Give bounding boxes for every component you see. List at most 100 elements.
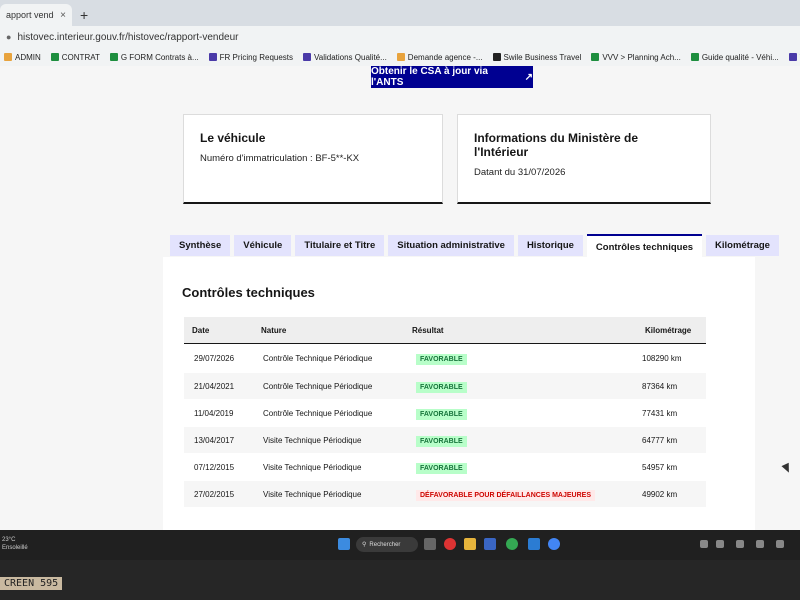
row-mileage: 64777 km	[642, 436, 678, 445]
bookmark-icon	[303, 53, 312, 61]
monitor-label: CREEN 595	[0, 577, 63, 590]
tray-chevron-icon[interactable]	[700, 540, 708, 548]
calculator-icon[interactable]	[528, 538, 540, 550]
new-tab-button[interactable]: +	[80, 7, 88, 23]
row-date: 27/02/2015	[194, 490, 235, 499]
chrome-icon[interactable]	[506, 538, 518, 550]
url-text[interactable]: histovec.interieur.gouv.fr/histovec/rapp…	[17, 32, 238, 43]
row-mileage: 54957 km	[642, 463, 678, 472]
bookmark-label: G FORM Contrats à...	[120, 52, 199, 62]
bookmark-item[interactable]: G FORM Contrats à...	[109, 52, 199, 62]
tray-icon[interactable]	[716, 540, 724, 548]
row-result: FAVORABLE	[416, 463, 467, 474]
bookmark-icon	[4, 53, 12, 61]
bookmark-item[interactable]: CONTRAT	[50, 52, 100, 62]
tray-icon[interactable]	[776, 540, 784, 548]
row-result: FAVORABLE	[416, 354, 467, 365]
address-bar[interactable]: ● histovec.interieur.gouv.fr/histovec/ra…	[0, 26, 800, 48]
app-icon[interactable]	[484, 538, 496, 550]
bookmark-item[interactable]: Guide qualité - Véhi...	[690, 52, 779, 62]
search-label: Rechercher	[369, 541, 401, 548]
header-date: Date	[192, 326, 210, 335]
row-date: 21/04/2021	[194, 382, 235, 391]
row-result: FAVORABLE	[416, 382, 467, 393]
registration-number: Numéro d'immatriculation : BF-5**-KX	[200, 153, 360, 164]
table-header: Date Nature Résultat Kilométrage	[184, 317, 706, 344]
chrome-profile-icon[interactable]	[548, 538, 560, 550]
ministry-date: Datant du 31/07/2026	[474, 167, 566, 178]
external-link-icon: ↗	[524, 71, 533, 83]
tab-synthese[interactable]: Synthèse	[170, 235, 231, 256]
row-date: 11/04/2019	[194, 409, 234, 418]
tray-icon[interactable]	[736, 540, 744, 548]
table-row: 29/07/2026 Contrôle Technique Périodique F…	[184, 345, 706, 371]
row-nature: Visite Technique Périodique	[263, 463, 362, 472]
task-view-icon[interactable]	[424, 538, 436, 550]
row-date: 29/07/2026	[194, 354, 235, 363]
section-title: Contrôles techniques	[182, 285, 315, 300]
table-row: 07/12/2015 Visite Technique Périodique FAV…	[184, 454, 706, 480]
tab-kilometrage[interactable]: Kilométrage	[706, 235, 779, 256]
vehicle-card-title: Le véhicule	[200, 131, 266, 145]
ministry-card-title: Informations du Ministère de l'Intérieur	[474, 131, 639, 159]
report-tabs: Synthèse Véhicule Titulaire et Titre Situat…	[170, 234, 779, 258]
header-nature: Nature	[261, 326, 287, 335]
windows-start-icon[interactable]	[338, 538, 350, 550]
ministry-card: Informations du Ministère de l'Intérieur…	[457, 114, 711, 204]
monitor-bezel	[0, 560, 800, 600]
bookmark-item[interactable]: ADMIN	[4, 53, 41, 62]
tab-titulaire-et-titre[interactable]: Titulaire et Titre	[295, 235, 385, 256]
browser-tab[interactable]: apport vendeur ×	[0, 4, 72, 26]
tab-controles-techniques[interactable]: Contrôles techniques	[586, 234, 703, 258]
bookmark-icon	[208, 53, 217, 61]
bookmark-item[interactable]: FR Pricing Requests	[208, 53, 293, 62]
screen: apport vendeur × + ● histovec.interieur.…	[0, 0, 800, 560]
tray-icon[interactable]	[756, 540, 764, 548]
bookmark-label: ADMIN	[15, 52, 41, 62]
bookmark-label: CONTRAT	[61, 52, 100, 62]
row-nature: Visite Technique Périodique	[263, 436, 362, 445]
bookmark-label: VVV > Planning Ach...	[602, 52, 681, 62]
bookmark-item[interactable]: VVV > Planning Ach...	[591, 53, 681, 62]
csa-ants-button[interactable]: Obtenir le CSA à jour via l'ANTS ↗	[371, 66, 533, 88]
search-icon: ⚲	[362, 542, 367, 548]
row-nature: Contrôle Technique Périodique	[263, 382, 373, 391]
bookmark-item[interactable]: Swile Business Travel	[492, 53, 581, 62]
tab-situation-administrative[interactable]: Situation administrative	[388, 235, 514, 256]
bookmark-icon	[788, 53, 797, 61]
page-content: Obtenir le CSA à jour via l'ANTS ↗ Le vé…	[0, 66, 800, 560]
bookmark-icon	[492, 53, 501, 61]
close-icon[interactable]: ×	[60, 10, 66, 21]
bookmark-icon	[109, 53, 118, 61]
tab-historique[interactable]: Historique	[517, 235, 583, 256]
file-explorer-icon[interactable]	[464, 538, 476, 550]
header-mileage: Kilométrage	[645, 326, 692, 335]
header-result: Résultat	[412, 326, 444, 335]
vehicle-card: Le véhicule Numéro d'immatriculation : B…	[183, 114, 443, 204]
row-date: 13/04/2017	[194, 436, 235, 445]
bookmark-item[interactable]: VVV > Planning Ach...	[788, 53, 800, 62]
mouse-cursor-icon	[781, 462, 793, 475]
bookmarks-bar: ADMIN CONTRAT G FORM Contrats à... FR Prici…	[0, 48, 800, 67]
bookmark-label: Demande agence -...	[407, 52, 483, 62]
windows-taskbar: 23°C Ensoleillé ⚲ Rechercher	[0, 530, 800, 560]
lock-icon: ●	[6, 32, 12, 42]
tab-vehicule[interactable]: Véhicule	[234, 235, 292, 256]
bookmark-icon	[396, 53, 405, 61]
table-row: 21/04/2021 Contrôle Technique Périodique F…	[184, 373, 706, 399]
bookmark-item[interactable]: Demande agence -...	[396, 52, 483, 62]
row-result: FAVORABLE	[416, 436, 467, 447]
bookmark-icon	[50, 53, 59, 61]
technical-controls-panel: Contrôles techniques Date Nature Résulta…	[163, 257, 755, 560]
taskbar-search[interactable]: ⚲ Rechercher	[356, 537, 418, 552]
row-result: FAVORABLE	[416, 409, 467, 420]
opera-icon[interactable]	[444, 538, 456, 550]
weather-widget[interactable]: 23°C Ensoleillé	[2, 536, 28, 552]
weather-condition: Ensoleillé	[2, 545, 28, 551]
table-row: 13/04/2017 Visite Technique Périodique FAV…	[184, 427, 706, 453]
csa-button-label: Obtenir le CSA à jour via l'ANTS	[371, 66, 488, 88]
bookmark-label: Guide qualité - Véhi...	[701, 52, 779, 62]
row-mileage: 77431 km	[642, 409, 678, 418]
bookmark-icon	[690, 53, 699, 61]
bookmark-item[interactable]: Validations Qualité...	[303, 53, 387, 62]
